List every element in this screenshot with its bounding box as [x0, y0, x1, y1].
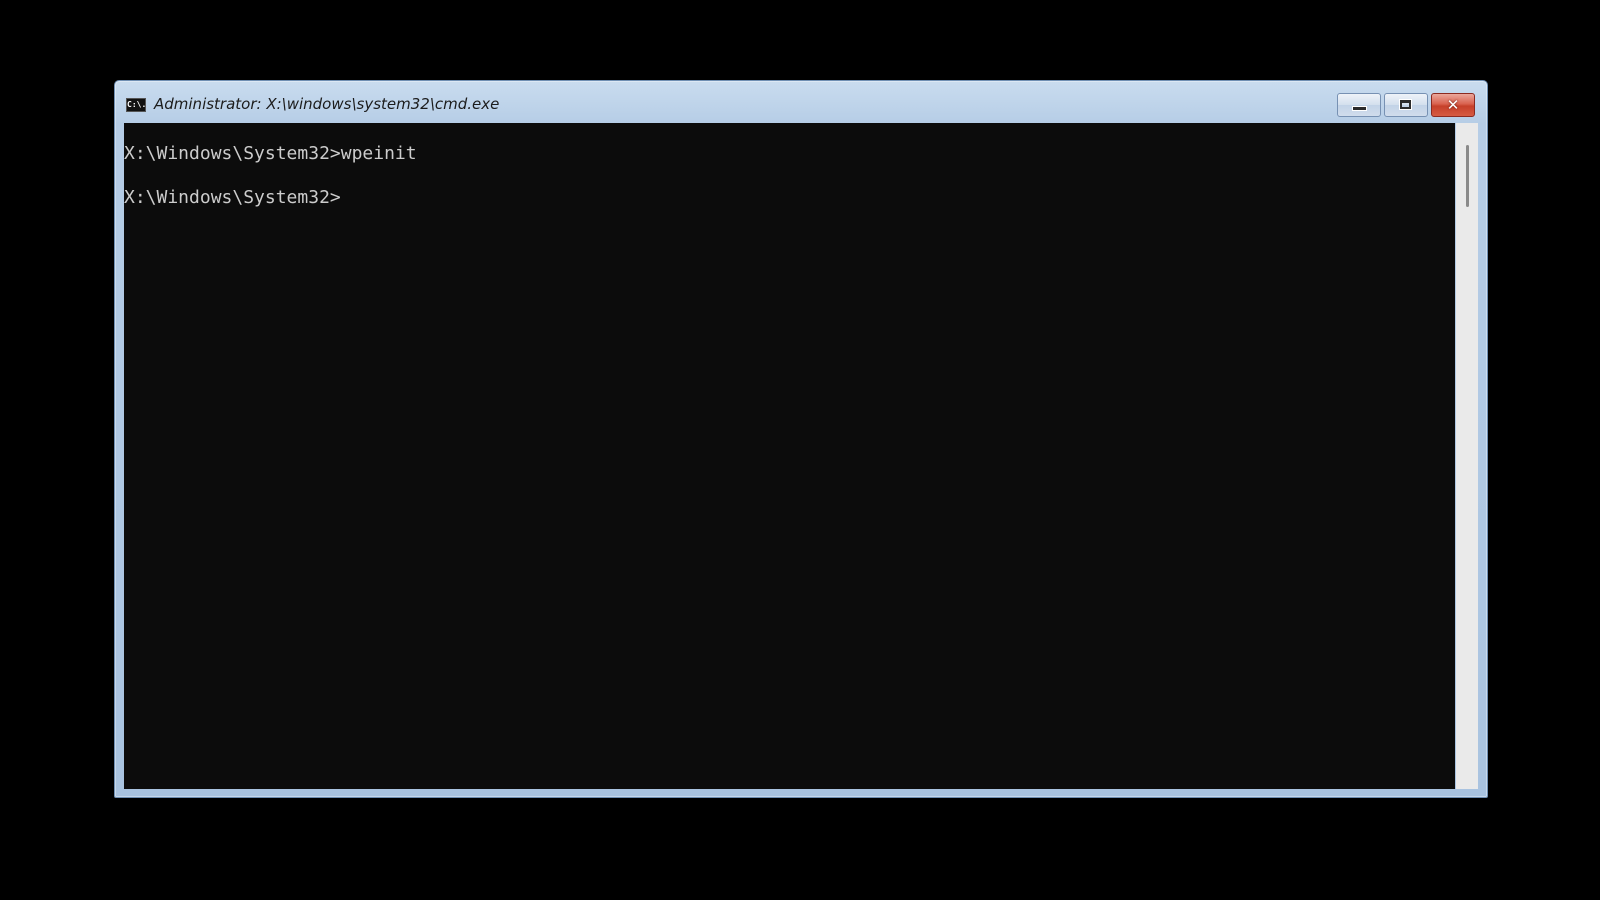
window-title: Administrator: X:\windows\system32\cmd.e…: [154, 95, 500, 113]
cmd-icon[interactable]: C:\.: [126, 98, 146, 112]
maximize-button[interactable]: [1384, 93, 1428, 117]
console-output[interactable]: X:\Windows\System32>wpeinit X:\Windows\S…: [124, 123, 1455, 789]
caption-buttons: ✕: [1337, 93, 1475, 117]
close-icon: ✕: [1446, 96, 1460, 114]
cmd-window: C:\. Administrator: X:\windows\system32\…: [114, 80, 1488, 798]
title-bar[interactable]: C:\. Administrator: X:\windows\system32\…: [115, 81, 1487, 123]
console-line: X:\Windows\System32>wpeinit: [124, 143, 417, 164]
console-lines: X:\Windows\System32>wpeinit X:\Windows\S…: [124, 143, 417, 209]
minimize-button[interactable]: [1337, 93, 1381, 117]
maximize-icon: [1400, 100, 1411, 109]
close-button[interactable]: ✕: [1431, 93, 1475, 117]
console-prompt[interactable]: X:\Windows\System32>: [124, 187, 417, 209]
scroll-thumb[interactable]: [1466, 145, 1469, 207]
minimize-icon: [1353, 107, 1366, 110]
vertical-scrollbar[interactable]: [1456, 123, 1478, 789]
